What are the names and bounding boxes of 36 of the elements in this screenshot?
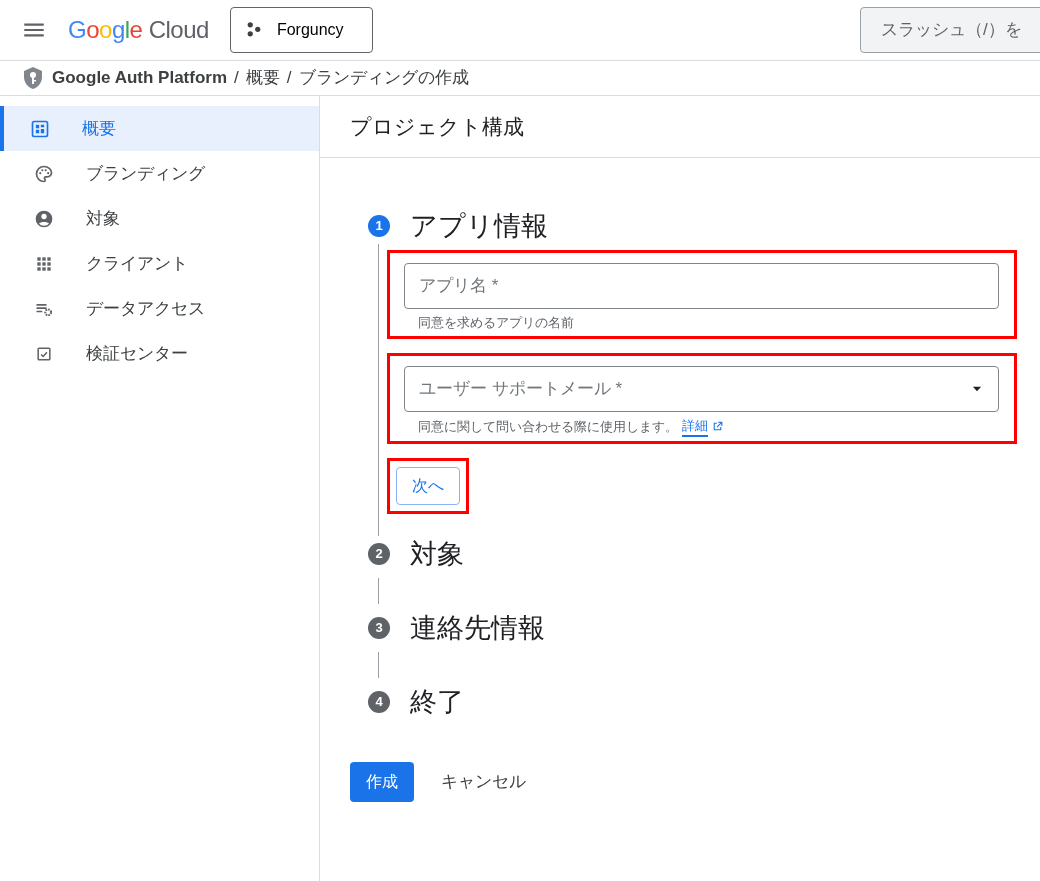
sidebar-item[interactable]: クライアント (0, 241, 319, 286)
external-link-icon (711, 419, 724, 433)
cancel-button[interactable]: キャンセル (435, 768, 532, 796)
hint-text: 同意を求めるアプリの名前 (418, 313, 574, 332)
step-title[interactable]: 連絡先情報 (410, 610, 545, 646)
breadcrumb-link[interactable]: 概要 (245, 65, 280, 91)
step-number: 1 (368, 215, 390, 237)
email-select[interactable]: ユーザー サポートメール * (404, 366, 999, 412)
page-title: プロジェクト構成 (320, 96, 1040, 158)
next-button[interactable]: 次へ (396, 467, 460, 505)
step-number: 2 (368, 543, 390, 565)
project-picker[interactable]: Forguncy (229, 7, 373, 53)
sidebar-item[interactable]: ブランディング (0, 151, 319, 196)
dashboard-icon (30, 118, 50, 139)
shield-key-icon (21, 65, 45, 91)
details-link[interactable]: 詳細 (681, 415, 708, 437)
breadcrumb-separator: / (286, 67, 292, 90)
step-number: 4 (368, 691, 390, 713)
sidebar-item[interactable]: データアクセス (0, 286, 319, 331)
create-button[interactable]: 作成 (350, 762, 414, 802)
app-name-field[interactable]: アプリ名 * (404, 263, 999, 309)
breadcrumb-link[interactable]: Google Auth Platform (52, 65, 228, 91)
breadcrumb-separator: / (234, 67, 239, 90)
step-number: 3 (368, 617, 390, 639)
palette-icon (34, 163, 54, 184)
person-icon (34, 208, 54, 229)
search-field[interactable]: スラッシュ（/）を (860, 7, 1040, 53)
step-title[interactable]: アプリ情報 (410, 208, 548, 244)
step-title[interactable]: 終了 (410, 684, 464, 720)
hint-text: 同意に関して問い合わせる際に使用します。 (418, 417, 678, 436)
sidebar-item[interactable]: 概要 (0, 106, 319, 151)
logo: Google Cloud (68, 15, 209, 45)
sidebar-item[interactable]: 検証センター (0, 331, 319, 376)
step-title[interactable]: 対象 (410, 536, 464, 572)
breadcrumb-current: ブランディングの作成 (298, 67, 469, 90)
sidebar-item[interactable]: 対象 (0, 196, 319, 241)
